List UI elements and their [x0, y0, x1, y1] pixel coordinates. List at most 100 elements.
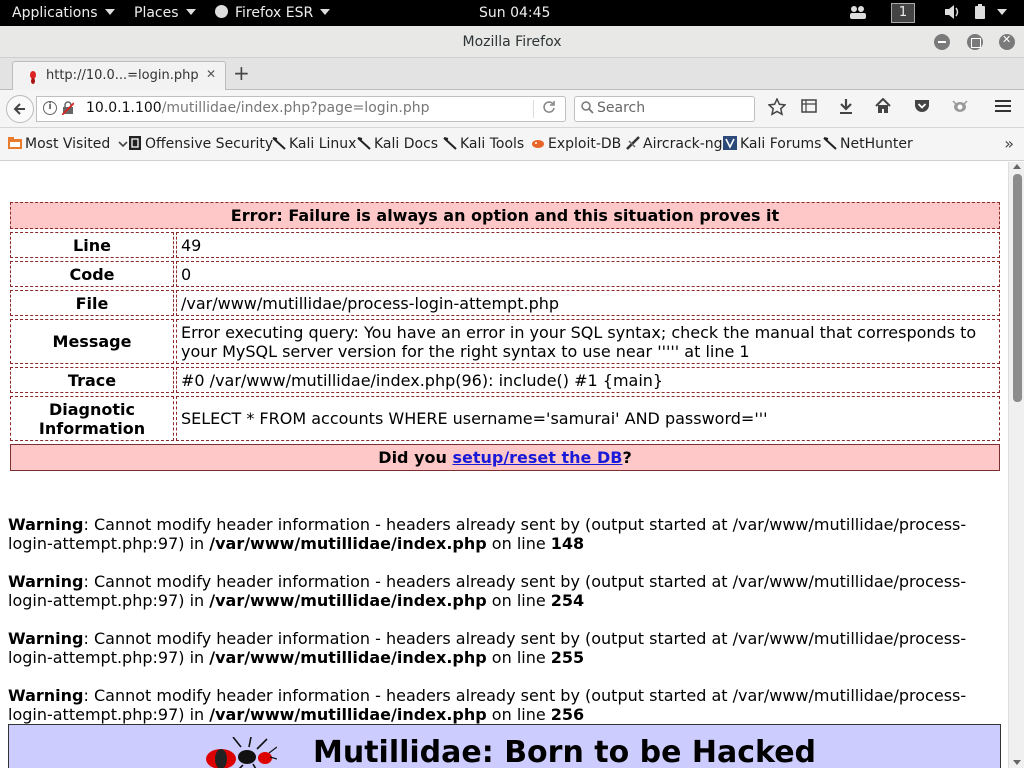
warning-text: on line [486, 705, 551, 724]
warning-text: on line [486, 648, 551, 667]
reload-icon[interactable] [542, 100, 556, 118]
bookmark-label: Aircrack-ng [643, 136, 723, 152]
kali-icon [357, 137, 371, 150]
firefox-icon [215, 5, 228, 18]
bookmark-exploit-db[interactable]: Exploit-DB [531, 136, 621, 152]
window-title: Mozilla Firefox [462, 34, 562, 50]
warning-file: /var/www/mutillidae/index.php [209, 591, 487, 610]
downloads-icon[interactable] [835, 98, 857, 120]
search-input[interactable] [597, 100, 747, 116]
bookmark-label: Exploit-DB [548, 136, 622, 152]
error-footer: Did you setup/reset the DB? [10, 444, 1000, 471]
bookmark-label: Kali Docs [374, 136, 439, 152]
places-menu[interactable]: Places [134, 0, 196, 26]
row-label: File [10, 290, 174, 316]
php-warning: Warning: Cannot modify header informatio… [8, 515, 978, 553]
bookmark-star-icon[interactable] [766, 97, 788, 120]
volume-icon[interactable] [943, 0, 961, 26]
mutillidae-logo-icon [206, 737, 277, 768]
folder-icon [8, 137, 22, 149]
close-window-button[interactable] [999, 33, 1015, 50]
warning-label: Warning [8, 686, 84, 705]
search-icon [581, 101, 594, 118]
extension-icon[interactable] [949, 98, 971, 120]
power-icon[interactable] [972, 0, 1007, 26]
clock[interactable]: Sun 04:45 [479, 0, 550, 26]
scrollbar-thumb[interactable] [1013, 174, 1022, 402]
row-value: Error executing query: You have an error… [176, 319, 1000, 364]
bookmarks-overflow-button[interactable]: » [1004, 134, 1014, 153]
php-warning: Warning: Cannot modify header informatio… [8, 572, 978, 610]
bookmark-kali-linux[interactable]: Kali Linux [272, 136, 356, 152]
scroll-up-arrow-icon[interactable] [1013, 164, 1021, 169]
minimize-button[interactable] [934, 34, 950, 50]
maximize-button[interactable] [967, 34, 983, 50]
table-row: Trace #0 /var/www/mutillidae/index.php(9… [10, 367, 1000, 393]
workspace-indicator[interactable]: 1 [891, 3, 915, 23]
insecure-connection-icon[interactable] [61, 101, 76, 116]
kali-forums-icon [723, 136, 737, 150]
table-row: Code 0 [10, 261, 1000, 287]
bookmark-nethunter[interactable]: NetHunter [823, 136, 913, 152]
url-separator [533, 100, 534, 118]
php-warning: Warning: Cannot modify header informatio… [8, 686, 978, 724]
bookmark-kali-docs[interactable]: Kali Docs [357, 136, 438, 152]
bookmark-aircrack-ng[interactable]: Aircrack-ng [626, 136, 723, 152]
row-value: 49 [176, 232, 1000, 258]
error-heading: Error: Failure is always an option and t… [10, 202, 1000, 229]
search-box[interactable] [574, 96, 755, 122]
row-label: Line [10, 232, 174, 258]
table-row: Line 49 [10, 232, 1000, 258]
table-row: Diagnotic Information SELECT * FROM acco… [10, 396, 1000, 441]
chevron-down-icon [997, 9, 1007, 15]
row-value: 0 [176, 261, 1000, 287]
warning-line: 256 [550, 705, 585, 724]
new-tab-button[interactable]: + [233, 63, 250, 83]
applications-label: Applications [12, 5, 98, 21]
bookmark-label: Kali Forums [740, 136, 822, 152]
people-icon[interactable] [848, 0, 868, 26]
firefox-app-menu[interactable]: Firefox ESR [215, 0, 331, 26]
warning-line: 148 [550, 534, 585, 553]
warning-file: /var/www/mutillidae/index.php [209, 648, 487, 667]
tab-login[interactable]: http://10.0...=login.php ✕ [12, 61, 226, 91]
back-button[interactable] [6, 95, 34, 123]
places-label: Places [134, 5, 179, 21]
row-value: #0 /var/www/mutillidae/index.php(96): in… [176, 367, 1000, 393]
warning-text: on line [486, 534, 551, 553]
php-warning: Warning: Cannot modify header informatio… [8, 629, 978, 667]
warning-text: on line [486, 591, 551, 610]
pocket-icon[interactable] [911, 98, 933, 120]
applications-menu[interactable]: Applications [12, 0, 115, 26]
close-tab-icon[interactable]: ✕ [206, 67, 216, 81]
url-text[interactable]: 10.0.1.100/mutillidae/index.php?page=log… [86, 100, 430, 116]
bookmark-kali-tools[interactable]: Kali Tools [443, 136, 524, 152]
tab-title: http://10.0...=login.php [46, 68, 199, 83]
table-row: Message Error executing query: You have … [10, 319, 1000, 364]
bookmark-label: Kali Tools [460, 136, 525, 152]
warning-label: Warning [8, 515, 84, 534]
url-bar[interactable]: i 10.0.1.100/mutillidae/index.php?page=l… [36, 96, 566, 122]
setup-reset-db-link[interactable]: setup/reset the DB [452, 448, 622, 467]
hamburger-menu-icon[interactable] [992, 98, 1014, 120]
chevron-down-icon [104, 9, 115, 15]
table-row: File /var/www/mutillidae/process-login-a… [10, 290, 1000, 316]
bookmark-kali-forums[interactable]: Kali Forums [723, 136, 821, 152]
bookmark-label: Most Visited [25, 136, 111, 152]
vertical-scrollbar[interactable] [1008, 162, 1024, 768]
error-footer-cell: Did you setup/reset the DB? [10, 444, 1000, 471]
warning-file: /var/www/mutillidae/index.php [209, 705, 487, 724]
kali-icon [272, 137, 286, 150]
bookmark-label: Kali Linux [289, 136, 357, 152]
row-value: SELECT * FROM accounts WHERE username='s… [176, 396, 1000, 441]
bookmark-most-visited[interactable]: Most Visited [8, 136, 128, 152]
page-content: Error: Failure is always an option and t… [0, 162, 1008, 768]
library-icon[interactable] [798, 98, 820, 120]
mutillidae-banner: Mutillidae: Born to be Hacked [8, 724, 1001, 768]
kali-icon [443, 137, 457, 150]
scroll-down-arrow-icon[interactable] [1013, 760, 1021, 765]
bookmark-label: Offensive Security [145, 136, 274, 152]
bookmark-offensive-security[interactable]: Offensive Security [128, 136, 273, 152]
info-icon[interactable]: i [43, 101, 57, 115]
home-icon[interactable] [872, 97, 894, 120]
